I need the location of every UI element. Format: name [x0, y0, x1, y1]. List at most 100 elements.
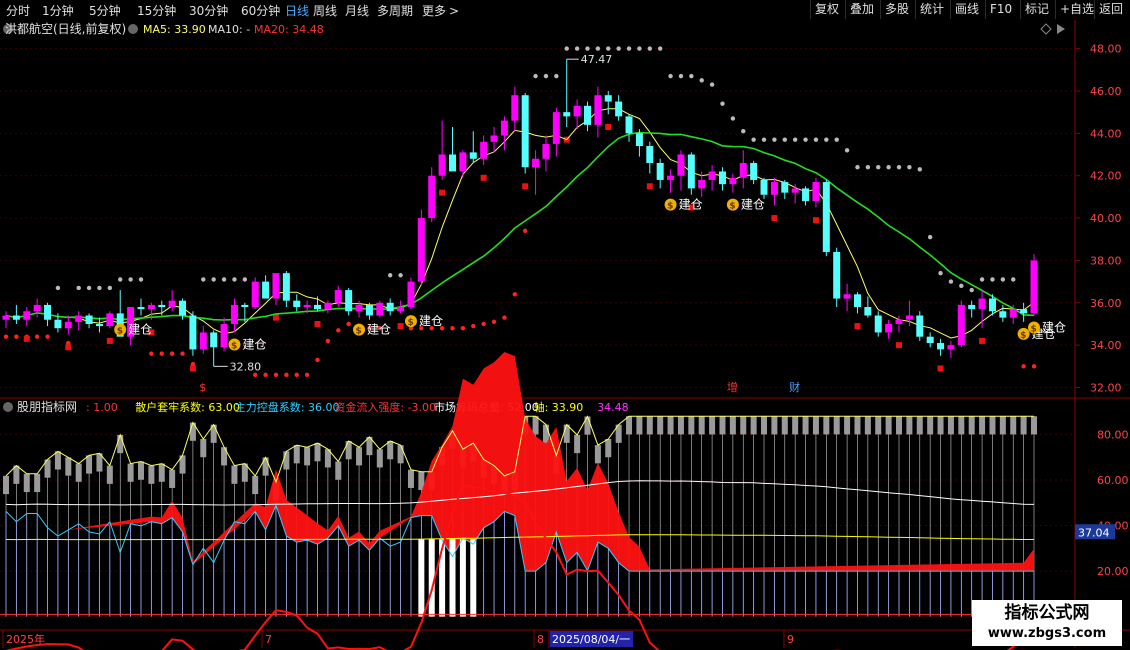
red-square: [522, 183, 529, 190]
overlay-button[interactable]: 叠加: [845, 0, 878, 19]
candle-body: [822, 182, 830, 252]
gray-dot: [1000, 277, 1006, 282]
red-dot: [3, 334, 9, 339]
period-tab-60min[interactable]: 60分钟: [241, 2, 280, 19]
period-tab-daily[interactable]: 日线: [285, 2, 309, 19]
candle-body: [802, 188, 810, 202]
red-square: [397, 323, 404, 330]
period-tab-monthly[interactable]: 月线: [345, 2, 369, 19]
f10-button[interactable]: F10: [985, 0, 1016, 19]
candle-body: [376, 302, 384, 316]
mark-button[interactable]: 标记: [1020, 0, 1053, 19]
multi-stock-button[interactable]: 多股: [880, 0, 913, 19]
period-tab-30min[interactable]: 30分钟: [189, 2, 228, 19]
time-label: 2025年: [6, 632, 45, 646]
add-watchlist-button[interactable]: +自选: [1055, 0, 1098, 19]
build-position-signal: $ 建仓: [1028, 321, 1066, 335]
candle-body: [168, 300, 176, 308]
back-button[interactable]: 返回: [1094, 0, 1127, 19]
red-dot: [169, 351, 175, 356]
sub-y-tick-label: 20.00: [1097, 565, 1129, 578]
red-square: [314, 320, 321, 327]
main-y-tick-label: 34.00: [1090, 339, 1122, 352]
gray-dot: [969, 287, 974, 293]
retail-cap: [729, 416, 736, 435]
retail-cap: [989, 416, 996, 435]
retail-cap: [407, 469, 414, 488]
gray-dot: [388, 273, 393, 278]
gray-dot: [606, 46, 611, 51]
gray-dot: [232, 277, 237, 282]
candle-body: [12, 315, 20, 320]
candle-body: [853, 294, 861, 308]
money-bag-symbol: $: [1031, 325, 1037, 335]
fuquan-button[interactable]: 复权: [810, 0, 843, 19]
indicator-legend-item: 资金流入强度: -3.00: [334, 400, 436, 414]
build-position-signal: $ 建仓: [726, 198, 765, 212]
candle-body: [615, 101, 623, 117]
candle-body: [885, 323, 893, 333]
build-position-signal: $ 建仓: [114, 323, 152, 337]
red-square: [854, 323, 861, 330]
candle-body: [635, 133, 643, 147]
gray-dot: [678, 73, 684, 79]
period-tab-fenshi[interactable]: 分时: [6, 2, 30, 19]
retail-cap: [875, 416, 882, 435]
red-dot: [1021, 364, 1026, 369]
gray-dot: [585, 46, 590, 51]
settings-dot-icon[interactable]: [128, 24, 138, 34]
retail-cap: [75, 463, 82, 482]
gray-dot: [761, 137, 767, 142]
money-bag-symbol: $: [667, 202, 673, 212]
stock-chart[interactable]: 洪都航空(日线,前复权) MA5: 33.90 MA10: - MA20: 34…: [0, 20, 1130, 650]
period-tab-multi[interactable]: 多周期: [377, 2, 413, 19]
retail-cap: [231, 465, 238, 484]
red-dot: [491, 319, 497, 325]
retail-cap: [844, 416, 851, 435]
gray-dot: [107, 285, 113, 291]
candle-body: [459, 152, 467, 172]
candle-body: [511, 95, 519, 121]
gray-dot: [938, 270, 943, 276]
ma20-label: MA20: 34.48: [254, 23, 324, 36]
retail-cap: [626, 416, 633, 435]
retail-cap: [896, 416, 903, 435]
gray-dot: [959, 283, 964, 289]
retail-cap: [937, 416, 944, 435]
candle-body: [968, 304, 976, 310]
candle-body: [137, 307, 145, 310]
retail-cap: [314, 443, 321, 462]
retail-cap: [356, 447, 363, 466]
indicator-legend-item: 轴: 33.90: [534, 400, 584, 414]
retail-cap: [283, 451, 290, 470]
candle-body: [75, 315, 83, 322]
period-tab-15min[interactable]: 15分钟: [137, 2, 176, 19]
money-bag-symbol: $: [117, 327, 123, 337]
red-dot: [14, 334, 19, 339]
red-square: [23, 335, 30, 342]
candle-body: [85, 315, 93, 324]
period-tab-more[interactable]: 更多 >: [422, 2, 459, 19]
build-position-signal: $ 建仓: [353, 323, 391, 337]
retail-cap: [605, 438, 612, 458]
retail-cap: [65, 457, 72, 476]
signal-label: 建仓: [419, 314, 443, 328]
retail-cap: [698, 416, 705, 435]
statistics-button[interactable]: 统计: [915, 0, 948, 19]
gray-dot: [689, 73, 694, 79]
candle-body: [95, 323, 103, 327]
draw-line-button[interactable]: 画线: [950, 0, 983, 19]
gray-dot: [97, 285, 102, 291]
red-dot: [325, 338, 331, 344]
period-tab-1min[interactable]: 1分钟: [42, 2, 74, 19]
ma10-label: MA10: -: [208, 23, 250, 36]
period-tab-weekly[interactable]: 周线: [313, 2, 337, 19]
main-y-tick-label: 40.00: [1090, 212, 1122, 225]
period-tab-5min[interactable]: 5分钟: [89, 2, 121, 19]
retail-cap: [3, 475, 9, 495]
candle-body: [988, 298, 996, 312]
gray-dot: [824, 137, 829, 142]
candle-body: [44, 304, 52, 320]
candle-body: [916, 315, 924, 337]
indicator-name: 股朋指标网: [17, 399, 77, 414]
